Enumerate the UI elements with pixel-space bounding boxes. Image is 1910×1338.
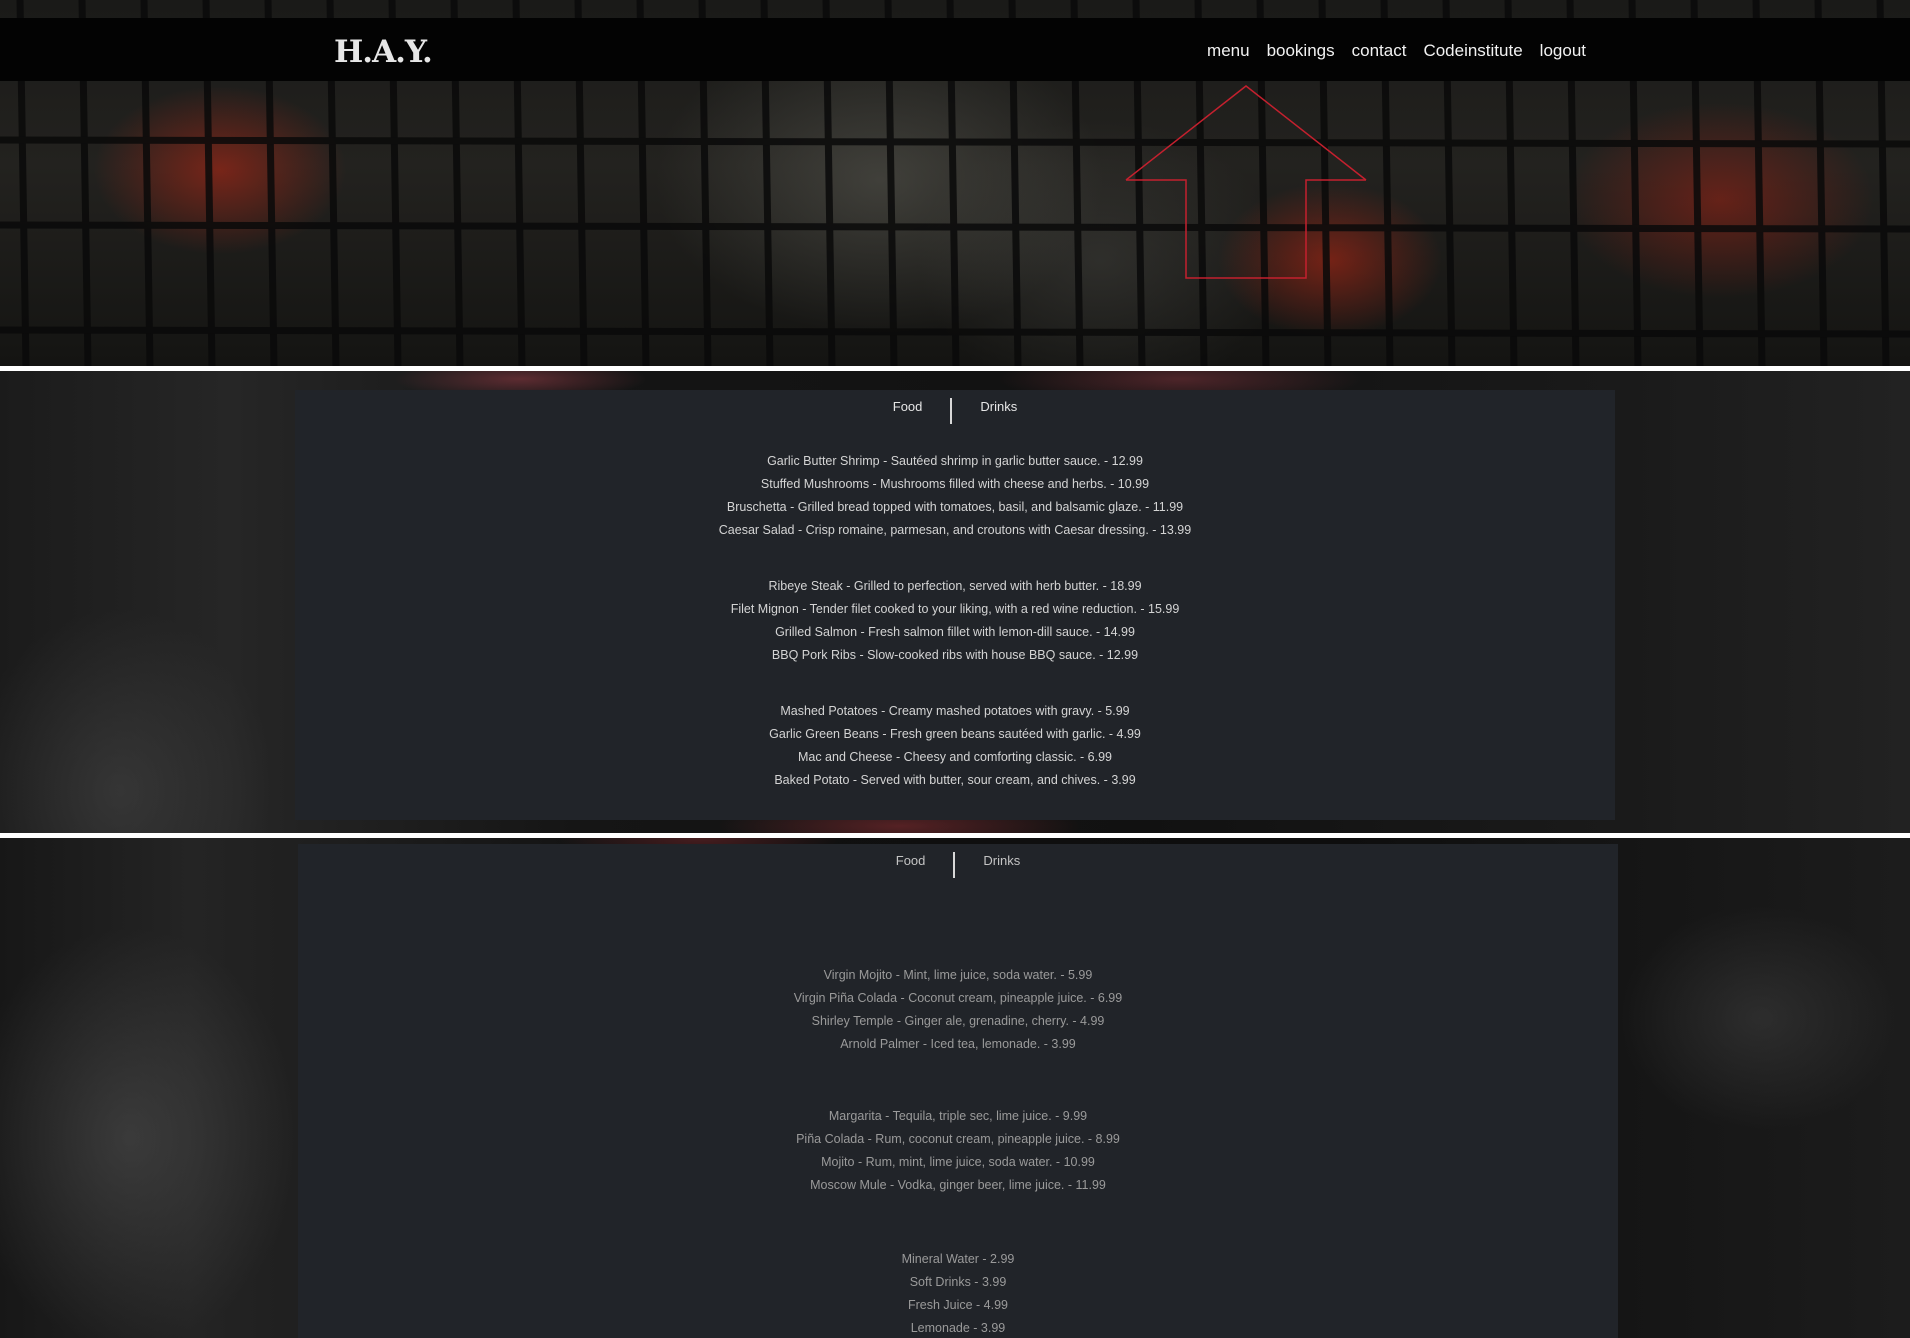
hero-banner: H.A.Y. menu bookings contact Codeinstitu… [0,0,1910,366]
navbar: H.A.Y. menu bookings contact Codeinstitu… [0,18,1910,81]
menu-group-mains: Ribeye Steak - Grilled to perfection, se… [295,575,1615,667]
menu-item: Garlic Green Beans - Fresh green beans s… [769,727,1141,741]
food-menu-panel: Food Drinks Garlic Butter Shrimp - Sauté… [295,390,1615,820]
menu-item: Baked Potato - Served with butter, sour … [774,773,1136,787]
menu-tabs: Food Drinks [295,398,1615,424]
menu-item: Garlic Butter Shrimp - Sautéed shrimp in… [767,454,1143,468]
nav-link-logout[interactable]: logout [1540,41,1586,61]
menu-tabs: Food Drinks [298,852,1618,878]
menu-item: Mac and Cheese - Cheesy and comforting c… [797,750,1113,764]
menu-item: Mineral Water - 2.99 [901,1252,1015,1266]
site-logo[interactable]: H.A.Y. [334,34,433,70]
grill-bar [0,326,1910,338]
menu-item: Bruschetta - Grilled bread topped with t… [726,500,1184,514]
tab-drinks[interactable]: Drinks [952,398,1045,416]
menu-group-cocktails: Margarita - Tequila, triple sec, lime ju… [298,1105,1618,1197]
menu-item: Fresh Juice - 4.99 [907,1298,1009,1312]
menu-item: Piña Colada - Rum, coconut cream, pineap… [796,1132,1120,1146]
menu-item: Ribeye Steak - Grilled to perfection, se… [768,579,1142,593]
main-nav: menu bookings contact Codeinstitute logo… [1207,41,1586,61]
menu-group-mocktails: Virgin Mojito - Mint, lime juice, soda w… [298,964,1618,1056]
menu-group-starters: Garlic Butter Shrimp - Sautéed shrimp in… [295,450,1615,542]
menu-item: Virgin Mojito - Mint, lime juice, soda w… [823,968,1093,982]
nav-link-contact[interactable]: contact [1352,41,1407,61]
menu-item: Shirley Temple - Ginger ale, grenadine, … [811,1014,1105,1028]
house-outline-icon [1125,85,1367,279]
drinks-menu-section: Food Drinks Virgin Mojito - Mint, lime j… [0,838,1910,1338]
menu-item: Mojito - Rum, mint, lime juice, soda wat… [821,1155,1095,1169]
menu-item: Arnold Palmer - Iced tea, lemonade. - 3.… [840,1037,1076,1051]
menu-item: Lemonade - 3.99 [910,1321,1006,1335]
menu-item: Mashed Potatoes - Creamy mashed potatoes… [780,704,1130,718]
menu-item: Grilled Salmon - Fresh salmon fillet wit… [775,625,1135,639]
menu-item: Caesar Salad - Crisp romaine, parmesan, … [718,523,1192,537]
grill-bar [0,221,1910,233]
tab-food[interactable]: Food [865,398,951,416]
menu-item: Moscow Mule - Vodka, ginger beer, lime j… [810,1178,1106,1192]
tab-food[interactable]: Food [868,852,954,870]
menu-group-sides: Mashed Potatoes - Creamy mashed potatoes… [295,700,1615,792]
menu-item: Virgin Piña Colada - Coconut cream, pine… [793,991,1123,1005]
nav-link-menu[interactable]: menu [1207,41,1250,61]
menu-group-soft-drinks: Mineral Water - 2.99 Soft Drinks - 3.99 … [298,1248,1618,1338]
tab-drinks[interactable]: Drinks [955,852,1048,870]
grill-bar [0,136,1910,148]
menu-item: Stuffed Mushrooms - Mushrooms filled wit… [760,477,1150,491]
nav-link-bookings[interactable]: bookings [1267,41,1335,61]
menu-item: BBQ Pork Ribs - Slow-cooked ribs with ho… [771,648,1139,662]
menu-item: Margarita - Tequila, triple sec, lime ju… [828,1109,1088,1123]
drinks-menu-panel: Food Drinks Virgin Mojito - Mint, lime j… [298,844,1618,1338]
nav-link-codeinstitute[interactable]: Codeinstitute [1423,41,1522,61]
menu-item: Soft Drinks - 3.99 [909,1275,1007,1289]
menu-item: Filet Mignon - Tender filet cooked to yo… [730,602,1180,616]
food-menu-section: Food Drinks Garlic Butter Shrimp - Sauté… [0,371,1910,833]
